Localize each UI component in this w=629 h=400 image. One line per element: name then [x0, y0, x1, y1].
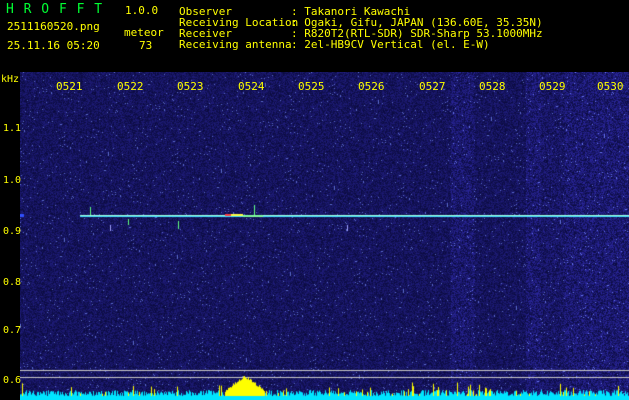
- mode-label: meteor: [124, 26, 164, 39]
- y-tick-label: 0.6: [3, 375, 22, 386]
- x-tick-label: 0525: [298, 80, 325, 93]
- x-tick-label: 0526: [358, 80, 385, 93]
- app-title: H R O F F T: [6, 2, 104, 17]
- spectrogram-canvas: [20, 72, 629, 400]
- antenna-label: Receiving antenna: [179, 38, 292, 51]
- y-tick-label: 0.8: [3, 277, 22, 288]
- y-tick-label: 1.1: [3, 123, 22, 134]
- x-tick-label: 0523: [177, 80, 204, 93]
- datetime-label: 25.11.16 05:20: [7, 39, 100, 52]
- x-tick-label: 0524: [238, 80, 265, 93]
- x-tick-label: 0527: [419, 80, 446, 93]
- x-tick-label: 0530: [597, 80, 624, 93]
- filename-label: 2511160520.png: [7, 20, 100, 33]
- x-tick-label: 0528: [479, 80, 506, 93]
- header-panel: H R O F F T 1.0.0 2511160520.png meteor …: [0, 0, 629, 72]
- y-axis-unit: kHz: [1, 74, 20, 85]
- meteor-count: 73: [139, 39, 153, 52]
- x-tick-label: 0522: [117, 80, 144, 93]
- x-tick-label: 0529: [539, 80, 566, 93]
- y-tick-label: 0.9: [3, 226, 22, 237]
- version-label: 1.0.0: [125, 4, 159, 17]
- y-tick-label: 0.7: [3, 325, 22, 336]
- antenna-value: : 2el-HB9CV Vertical (el. E-W): [291, 38, 490, 51]
- y-tick-label: 1.0: [3, 175, 22, 186]
- x-tick-label: 0521: [56, 80, 83, 93]
